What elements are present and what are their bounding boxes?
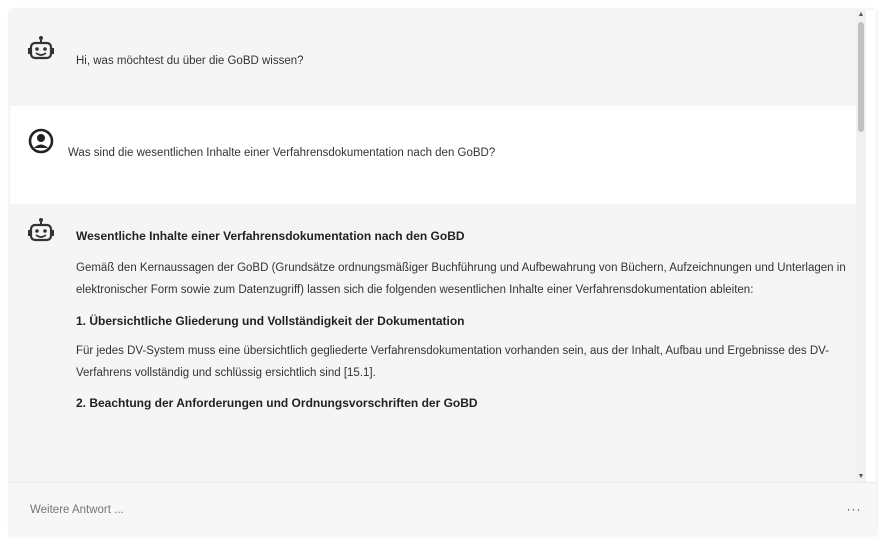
- more-options-button[interactable]: ···: [842, 499, 866, 519]
- section-1-text: Für jedes DV-System muss eine übersichtl…: [76, 344, 830, 380]
- vertical-scrollbar[interactable]: ▲ ▼: [856, 10, 866, 482]
- answer-intro: Gemäß den Kernaussagen der GoBD (Grundsä…: [76, 261, 846, 297]
- bot-answer-content: Wesentliche Inhalte einer Verfahrensdoku…: [76, 228, 856, 422]
- scroll-up-arrow-icon[interactable]: ▲: [856, 10, 866, 20]
- bot-greeting-text: Hi, was möchtest du über die GoBD wissen…: [76, 55, 304, 67]
- section-1-title: 1. Übersichtliche Gliederung und Vollstä…: [76, 313, 465, 328]
- scroll-down-arrow-icon[interactable]: ▼: [856, 472, 866, 482]
- user-question-text: Was sind die wesentlichen Inhalte einer …: [68, 147, 496, 159]
- chat-window: Hi, was möchtest du über die GoBD wissen…: [10, 10, 876, 536]
- scrollbar-thumb[interactable]: [858, 22, 864, 132]
- reply-input[interactable]: [28, 497, 812, 523]
- user-avatar-icon: [28, 128, 54, 154]
- answer-heading: Wesentliche Inhalte einer Verfahrensdoku…: [76, 229, 465, 243]
- input-bar: ···: [10, 482, 876, 536]
- robot-icon: [28, 36, 54, 60]
- chat-history: Hi, was möchtest du über die GoBD wissen…: [10, 10, 866, 482]
- robot-icon: [28, 218, 54, 242]
- section-2-title: 2. Beachtung der Anforderungen und Ordnu…: [76, 396, 478, 411]
